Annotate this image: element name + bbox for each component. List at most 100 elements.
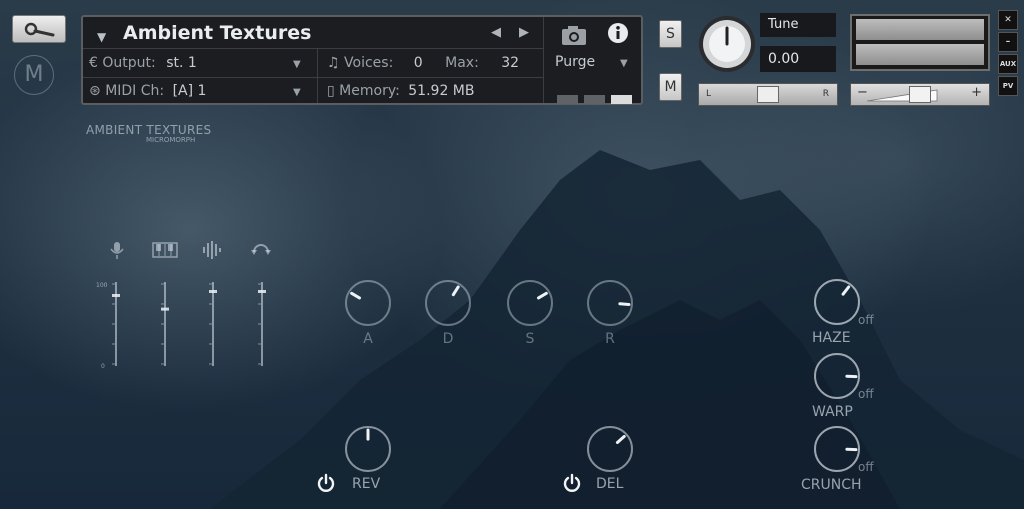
macro-knob-crunch[interactable] — [812, 424, 862, 474]
pan-slider-handle[interactable] — [757, 86, 779, 103]
keyboard-icon[interactable] — [152, 242, 178, 258]
output-dropdown-icon[interactable]: ▼ — [293, 59, 301, 70]
envelope-knob-d[interactable] — [423, 278, 473, 328]
fx-knob-rev[interactable] — [343, 424, 393, 474]
midi-channel-selector[interactable]: ⊛ MIDI Ch: [A] 1 — [89, 83, 206, 99]
purge-dropdown-icon[interactable]: ▼ — [620, 58, 628, 69]
power-icon[interactable] — [316, 473, 336, 493]
microphone-icon[interactable] — [108, 240, 126, 260]
mixer-fader-handle[interactable] — [258, 290, 266, 293]
level-meter-right — [856, 44, 984, 65]
fx-label-rev: REV — [352, 476, 381, 492]
knob-pointer — [350, 291, 361, 300]
mixer-fader[interactable] — [206, 280, 220, 370]
macro-label-crunch: CRUNCH — [801, 477, 862, 493]
output-level-meter — [850, 14, 990, 71]
aux-button[interactable]: AUX — [998, 54, 1018, 74]
info-button[interactable] — [607, 22, 629, 48]
product-title: AMBIENT TEXTURES — [86, 123, 212, 137]
loop-icon[interactable] — [250, 240, 272, 260]
midi-channel-value: [A] 1 — [172, 83, 207, 99]
snapshot-button[interactable] — [546, 19, 602, 49]
load-bar — [557, 95, 578, 104]
memory-icon: ▯ — [327, 83, 335, 99]
micromorph-logo: M — [14, 55, 54, 95]
header-row-divider — [83, 48, 543, 49]
macro-knob-haze[interactable] — [812, 277, 862, 327]
product-subtitle: MICROMORPH — [146, 136, 196, 144]
waveform-icon[interactable] — [201, 240, 223, 260]
memory-display: ▯ Memory: 51.92 MB — [327, 83, 474, 99]
memory-label: Memory: — [339, 83, 400, 99]
fx-label-del: DEL — [596, 476, 624, 492]
product-branding: AMBIENT TEXTURES MICROMORPH — [86, 123, 211, 144]
voices-icon: ♫ — [327, 55, 340, 71]
tune-value[interactable]: 0.00 — [760, 46, 836, 72]
info-icon — [608, 23, 628, 43]
output-selector[interactable]: € Output: st. 1 — [89, 55, 197, 71]
macro-label-haze: HAZE — [812, 330, 851, 346]
pan-left-label: L — [706, 89, 712, 99]
voices-label: Voices: — [344, 55, 394, 71]
mixer-scale-top: 100 — [96, 282, 108, 289]
mixer-fader-handle[interactable] — [112, 294, 120, 297]
output-icon: € — [89, 55, 98, 71]
wrench-button[interactable] — [12, 15, 66, 43]
envelope-knob-a[interactable] — [343, 278, 393, 328]
max-voices-value[interactable]: 32 — [501, 55, 519, 71]
envelope-label-s: S — [525, 331, 535, 347]
knob-pointer — [537, 291, 548, 300]
load-bar — [584, 95, 605, 104]
pan-slider[interactable]: L R — [698, 83, 838, 106]
minimize-button[interactable]: – — [998, 32, 1018, 52]
mixer-fader[interactable] — [109, 280, 123, 370]
knob-pointer — [841, 285, 851, 296]
header-divider — [543, 17, 544, 103]
close-button[interactable]: ✕ — [998, 10, 1018, 30]
purge-menu[interactable]: Purge — [555, 54, 595, 70]
mixer-scale-bottom: 0 — [101, 363, 105, 370]
memory-value: 51.92 MB — [408, 83, 475, 99]
knob-pointer — [618, 302, 631, 306]
mixer-fader[interactable] — [158, 280, 172, 370]
instrument-name[interactable]: Ambient Textures — [123, 22, 311, 44]
header-row-divider — [83, 77, 543, 78]
camera-icon — [562, 26, 586, 45]
envelope-label-d: D — [442, 331, 454, 347]
solo-button[interactable]: S — [659, 20, 682, 48]
next-instrument-icon[interactable]: ▶ — [519, 25, 529, 40]
mixer-fader[interactable] — [255, 280, 269, 370]
mixer-fader-handle[interactable] — [161, 307, 169, 311]
header-column-divider — [317, 49, 318, 103]
instrument-header-panel: ▼ Ambient Textures ◀ ▶ € Output: st. 1 ▼… — [81, 15, 643, 105]
midi-dropdown-icon[interactable]: ▼ — [293, 87, 301, 98]
level-meter-left — [856, 19, 984, 40]
mute-button[interactable]: M — [659, 73, 682, 101]
macro-knob-warp[interactable] — [812, 351, 862, 401]
load-bar — [611, 95, 632, 104]
envelope-knob-s[interactable] — [505, 278, 555, 328]
power-icon[interactable] — [562, 473, 582, 493]
output-label: Output: — [102, 55, 156, 71]
envelope-label-r: R — [605, 331, 615, 347]
voices-display: ♫ Voices: 0 Max: 32 — [327, 55, 519, 71]
tune-knob[interactable] — [697, 14, 757, 74]
max-voices-label: Max: — [445, 55, 479, 71]
macro-state-crunch: off — [858, 460, 874, 474]
envelope-label-a: A — [363, 331, 373, 347]
macro-label-warp: WARP — [812, 404, 853, 420]
volume-slider-handle[interactable] — [909, 86, 931, 103]
mixer-fader-handle[interactable] — [209, 290, 217, 293]
knob-pointer — [615, 434, 626, 444]
envelope-knob-r[interactable] — [585, 278, 635, 328]
macro-state-warp: off — [858, 387, 874, 401]
tune-label: Tune — [760, 13, 836, 37]
macro-state-haze: off — [858, 313, 874, 327]
pv-button[interactable]: PV — [998, 76, 1018, 96]
instrument-menu-chevron-icon[interactable]: ▼ — [97, 30, 106, 44]
fx-knob-del[interactable] — [585, 424, 635, 474]
volume-slider[interactable]: − + — [850, 83, 990, 106]
previous-instrument-icon[interactable]: ◀ — [491, 25, 501, 40]
pan-right-label: R — [822, 89, 829, 99]
output-value: st. 1 — [166, 55, 197, 71]
